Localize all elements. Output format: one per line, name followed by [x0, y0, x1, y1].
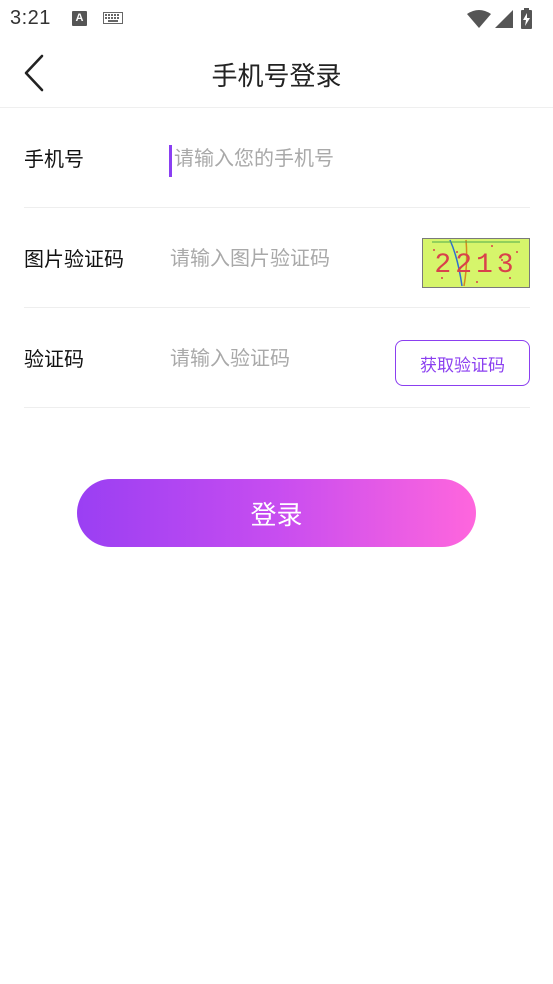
wifi-icon — [467, 10, 491, 28]
sms-code-label: 验证码 — [24, 347, 84, 371]
phone-row: 手机号 — [24, 108, 530, 208]
status-bar: 3:21 A — [0, 0, 553, 38]
image-captcha-input[interactable] — [170, 238, 410, 278]
sms-code-input[interactable] — [170, 338, 380, 378]
app-header: 手机号登录 — [0, 38, 553, 108]
get-code-button[interactable]: 获取验证码 — [395, 340, 530, 386]
image-captcha-row: 图片验证码 2213 — [24, 208, 530, 308]
battery-icon — [521, 8, 532, 29]
login-button[interactable]: 登录 — [77, 479, 476, 547]
keyboard-icon — [103, 12, 123, 24]
status-right-icons — [467, 8, 532, 29]
signal-icon — [495, 10, 513, 28]
a-icon: A — [72, 11, 87, 26]
captcha-image[interactable]: 2213 — [422, 238, 530, 288]
status-time: 3:21 — [10, 7, 51, 29]
image-captcha-label: 图片验证码 — [24, 247, 124, 271]
page-title: 手机号登录 — [211, 62, 342, 92]
sms-code-row: 验证码 获取验证码 — [24, 308, 530, 408]
phone-input[interactable] — [174, 138, 514, 178]
captcha-text: 2213 — [434, 250, 517, 281]
text-cursor — [169, 145, 172, 177]
phone-label: 手机号 — [24, 147, 84, 171]
